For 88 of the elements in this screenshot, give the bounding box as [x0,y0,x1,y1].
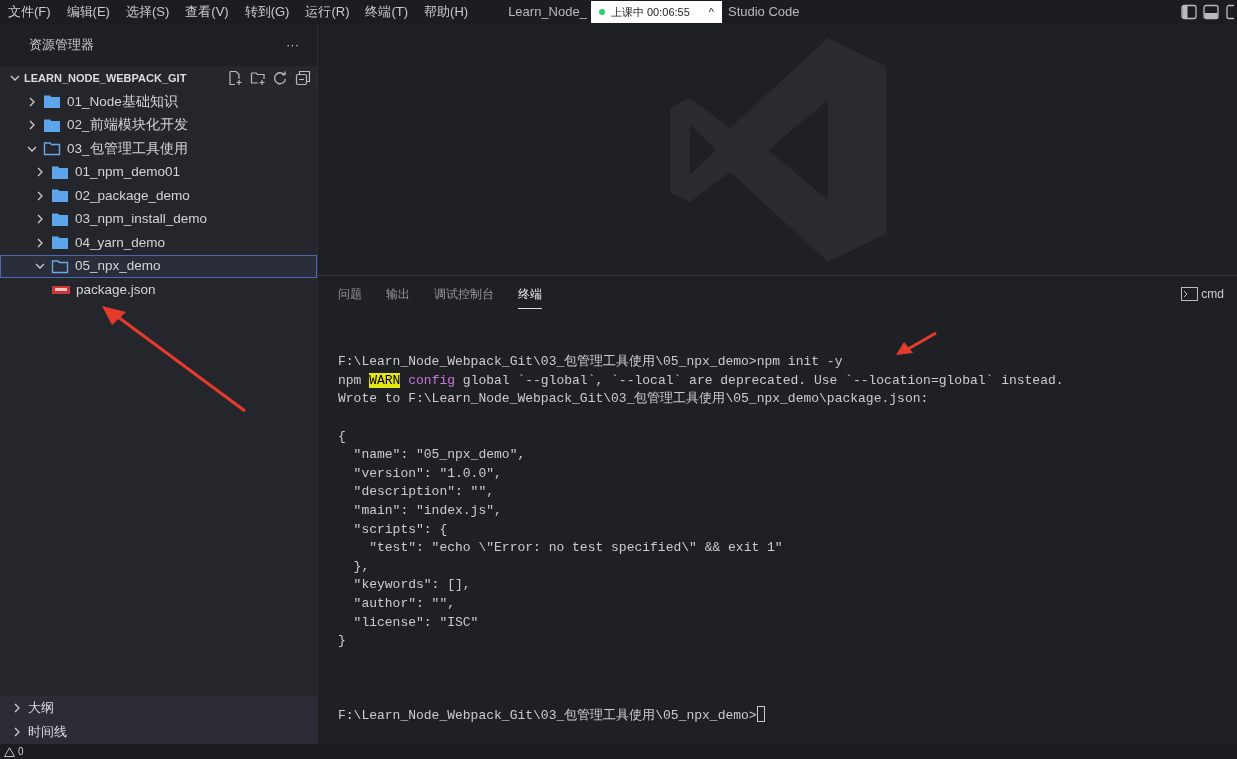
tree-item-label: 01_npm_demo01 [75,163,181,182]
open-folder-icon [51,258,69,274]
toggle-sidebar-icon[interactable] [1180,4,1197,20]
panel-tab[interactable]: 问题 [338,279,362,309]
tree-item[interactable]: package.json [0,278,317,302]
chevron-right-icon[interactable] [35,214,45,225]
section-title: 大纲 [28,699,54,718]
terminal-line: } [338,632,347,651]
npm-icon [52,285,70,294]
menu-item[interactable]: 编辑(E) [58,2,118,22]
more-actions-button[interactable]: ··· [286,35,299,55]
panel-tab[interactable]: 调试控制台 [434,279,494,309]
terminal-line: F:\Learn_Node_Webpack_Git\03_包管理工具使用\05_npx_demo> [338,706,1237,726]
menu-item[interactable]: 终端(T) [357,2,417,22]
status-dot-icon [598,9,605,15]
menu-item[interactable]: 查看(V) [177,2,237,22]
terminal-line: "author": "", [352,594,457,613]
terminal-line: "main": "index.js", [352,501,503,520]
tree-item-label: 03_npm_install_demo [75,210,208,229]
menu-item[interactable]: 选择(S) [117,2,178,22]
tree-item-label: 04_yarn_demo [75,233,166,252]
tree-item-label: 01_Node基础知识 [67,92,178,111]
shell-selector[interactable]: cmd [1201,285,1224,303]
folder-icon [43,94,61,110]
toggle-secondary-sidebar-icon[interactable] [1225,4,1234,20]
terminal-line: "version": "1.0.0", [352,464,503,483]
chevron-right-icon[interactable] [27,120,37,131]
recording-timer: 上课中 00:06:55 [610,4,690,20]
tree-item[interactable]: 05_npx_demo [0,254,317,278]
terminal-line: }, [352,557,371,576]
folder-icon [51,188,69,204]
tree-item[interactable]: 04_yarn_demo [0,231,317,255]
menu-item[interactable]: 帮助(H) [416,2,477,22]
terminal-line: npm WARN config global `--global`, `--local` are deprecated. Use `--location=global` instead. [338,371,1065,390]
folder-icon [51,164,69,180]
chevron-right-icon[interactable] [12,727,22,737]
terminal-line: { [338,427,347,446]
tree-item[interactable]: 02_前端模块化开发 [0,113,317,137]
collapse-caret[interactable]: ^ [708,3,714,21]
menu-item[interactable]: 运行(R) [297,2,358,22]
tree-item[interactable]: 01_Node基础知识 [0,90,317,114]
tree-item-label: 05_npx_demo [75,257,161,276]
folder-icon [51,235,69,251]
toggle-panel-icon[interactable] [1203,4,1220,20]
terminal-line: "name": "05_npx_demo", [352,446,527,465]
chevron-down-icon[interactable] [10,73,20,83]
chevron-right-icon[interactable] [12,703,22,713]
folder-icon [43,117,61,133]
tree-item[interactable]: 03_npm_install_demo [0,207,317,231]
sidebar-section-header[interactable]: 时间线 [0,720,317,744]
tree-item-label: package.json [76,280,156,299]
warning-icon[interactable] [4,746,15,757]
window-title: Learn_Node_ [508,3,587,22]
terminal-line: "keywords": [], [352,576,472,595]
folder-icon [51,211,69,227]
menu-item[interactable]: 转到(G) [236,2,298,22]
panel-tab[interactable]: 终端 [518,279,542,309]
terminal-line: "scripts": { [352,520,449,539]
chevron-right-icon[interactable] [35,190,45,201]
warning-count[interactable]: 0 [18,744,24,759]
annotation-arrow [896,331,938,357]
chevron-right-icon[interactable] [35,237,45,248]
tree-item[interactable]: 01_npm_demo01 [0,160,317,184]
terminal-line: "description": "", [352,483,496,502]
terminal-line: Wrote to F:\Learn_Node_Webpack_Git\03_包管理工具使用\05_npx_demo\package.json: [338,390,930,409]
open-folder-icon [43,141,61,157]
new-folder-icon[interactable] [249,70,266,86]
section-title: 时间线 [28,723,67,742]
sidebar-title: 资源管理器 [29,36,94,55]
tree-item[interactable]: 03_包管理工具使用 [0,137,317,161]
sidebar-section-header[interactable]: 大纲 [0,696,317,720]
chevron-right-icon[interactable] [27,96,37,107]
terminal-line: F:\Learn_Node_Webpack_Git\03_包管理工具使用\05_npx_demo>npm init -y [338,353,844,372]
terminal-line: "test": "echo \"Error: no test specified\" && exit 1" [368,539,784,558]
new-file-icon[interactable] [227,70,243,86]
panel-tab[interactable]: 输出 [386,279,410,309]
tree-item[interactable]: 02_package_demo [0,184,317,208]
terminal-icon[interactable] [1181,287,1199,301]
tree-item-label: 02_前端模块化开发 [67,116,188,135]
collapse-all-icon[interactable] [294,70,311,86]
tree-item-label: 02_package_demo [75,186,190,205]
chevron-right-icon[interactable] [35,167,45,178]
terminal-line: "license": "ISC" [352,613,480,632]
refresh-icon[interactable] [272,70,288,86]
window-title: Studio Code [727,3,800,22]
tree-root-label: LEARN_NODE_WEBPACK_GIT [24,70,188,86]
menu-item[interactable]: 文件(F) [0,2,59,22]
tree-item-label: 03_包管理工具使用 [67,139,188,158]
